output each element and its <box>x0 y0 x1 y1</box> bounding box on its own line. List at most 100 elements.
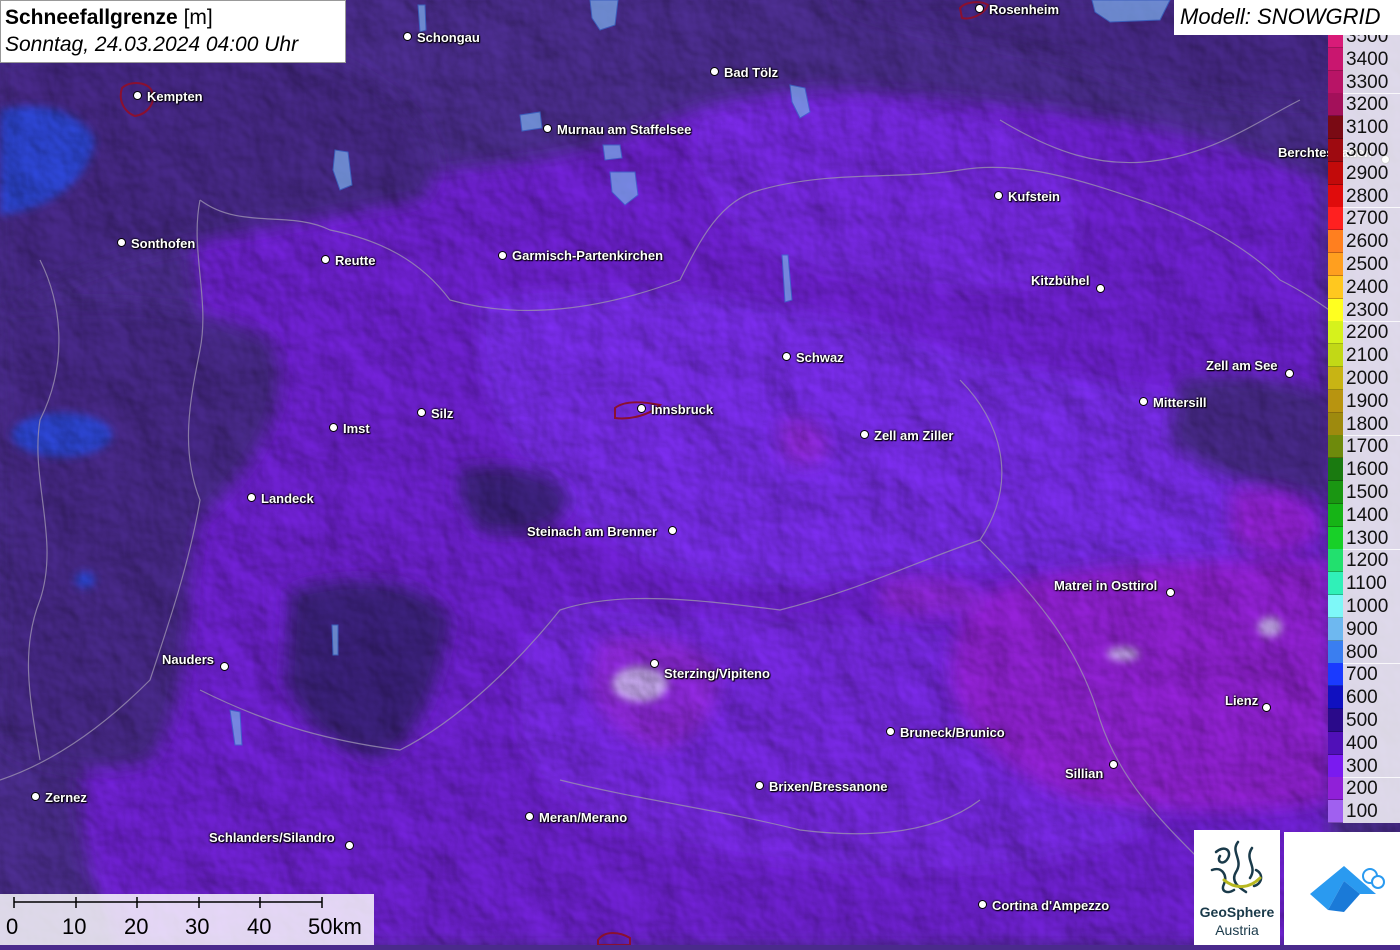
city-marker[interactable] <box>525 812 534 821</box>
city-marker[interactable] <box>133 91 142 100</box>
city-marker[interactable] <box>345 841 354 850</box>
scale-label-40: 40 <box>247 914 272 939</box>
legend-row: 800 <box>1328 640 1400 664</box>
legend-label: 2600 <box>1343 230 1400 254</box>
legend-label: 2700 <box>1343 207 1400 231</box>
map-datetime: Sonntag, 24.03.2024 04:00 Uhr <box>5 33 299 56</box>
legend-label: 800 <box>1343 640 1400 664</box>
city-label[interactable]: Schlanders/Silandro <box>209 830 335 846</box>
city-label[interactable]: Zernez <box>45 790 87 806</box>
city-label[interactable]: Kitzbühel <box>1031 273 1090 289</box>
city-marker[interactable] <box>220 662 229 671</box>
city-label[interactable]: Cortina d'Ampezzo <box>992 898 1109 914</box>
legend-label: 1800 <box>1343 412 1400 436</box>
city-label[interactable]: Reutte <box>335 253 375 269</box>
city-label[interactable]: Brixen/Bressanone <box>769 779 888 795</box>
legend-row: 3400 <box>1328 47 1400 71</box>
city-label[interactable]: Sillian <box>1065 766 1103 782</box>
city-marker[interactable] <box>782 352 791 361</box>
city-label[interactable]: Mittersill <box>1153 395 1206 411</box>
legend-label: 200 <box>1343 777 1400 801</box>
legend-swatch <box>1328 35 1343 48</box>
city-label[interactable]: Matrei in Osttirol <box>1054 578 1157 594</box>
city-label[interactable]: Zell am Ziller <box>874 428 953 444</box>
city-label[interactable]: Schongau <box>417 30 480 46</box>
color-legend: 3500 3400 3300 3200 3100 3000 2900 2800 2700 2600… <box>1328 35 1400 830</box>
legend-swatch <box>1328 116 1343 140</box>
city-marker[interactable] <box>1262 703 1271 712</box>
city-marker[interactable] <box>975 4 984 13</box>
cloud-house-icon <box>1310 866 1385 912</box>
city-marker[interactable] <box>637 404 646 413</box>
legend-label: 1000 <box>1343 595 1400 618</box>
city-label[interactable]: Zell am See <box>1206 358 1278 374</box>
city-marker[interactable] <box>650 659 659 668</box>
city-label[interactable]: Murnau am Staffelsee <box>557 122 691 138</box>
city-marker[interactable] <box>31 792 40 801</box>
city-marker[interactable] <box>668 526 677 535</box>
city-marker[interactable] <box>1139 397 1148 406</box>
geosphere-swirl-icon <box>1210 840 1263 894</box>
city-marker[interactable] <box>1096 284 1105 293</box>
city-label[interactable]: Kufstein <box>1008 189 1060 205</box>
terrain-shading <box>0 0 1400 945</box>
city-marker[interactable] <box>886 727 895 736</box>
city-marker[interactable] <box>403 32 412 41</box>
legend-row: 1500 <box>1328 481 1400 504</box>
legend-swatch <box>1328 435 1343 459</box>
city-label[interactable]: Sonthofen <box>131 236 195 252</box>
city-label[interactable]: Bruneck/Brunico <box>900 725 1005 741</box>
legend-label: 1500 <box>1343 481 1400 504</box>
city-label[interactable]: Imst <box>343 421 370 437</box>
legend-label: 2100 <box>1343 344 1400 368</box>
city-marker[interactable] <box>321 255 330 264</box>
city-marker[interactable] <box>860 430 869 439</box>
legend-swatch <box>1328 709 1343 732</box>
city-label[interactable]: Rosenheim <box>989 2 1059 18</box>
city-marker[interactable] <box>543 124 552 133</box>
snow-cloud-logo[interactable] <box>1284 832 1400 945</box>
city-label[interactable]: Innsbruck <box>651 402 713 418</box>
city-marker[interactable] <box>994 191 1003 200</box>
snowfall-map[interactable] <box>0 0 1400 945</box>
city-label[interactable]: Lienz <box>1225 693 1258 709</box>
city-marker[interactable] <box>710 67 719 76</box>
city-label[interactable]: Nauders <box>162 652 214 668</box>
legend-label: 700 <box>1343 663 1400 687</box>
legend-row: 1000 <box>1328 595 1400 618</box>
city-label[interactable]: Steinach am Brenner <box>527 524 657 540</box>
legend-row: 200 <box>1328 777 1400 801</box>
legend-row: 2300 <box>1328 298 1400 322</box>
city-label[interactable]: Schwaz <box>796 350 844 366</box>
geosphere-logo[interactable]: GeoSphere Austria <box>1194 830 1280 945</box>
legend-swatch <box>1328 458 1343 482</box>
city-label[interactable]: Garmisch-Partenkirchen <box>512 248 663 264</box>
city-label[interactable]: Sterzing/Vipiteno <box>664 666 770 682</box>
legend-label: 900 <box>1343 617 1400 641</box>
city-marker[interactable] <box>117 238 126 247</box>
legend-swatch <box>1328 572 1343 596</box>
city-marker[interactable] <box>498 251 507 260</box>
city-marker[interactable] <box>417 408 426 417</box>
legend-row: 1700 <box>1328 435 1400 459</box>
legend-swatch <box>1328 184 1343 208</box>
city-label[interactable]: Kempten <box>147 89 203 105</box>
city-label[interactable]: Meran/Merano <box>539 810 627 826</box>
city-marker[interactable] <box>1285 369 1294 378</box>
city-marker[interactable] <box>1166 588 1175 597</box>
city-marker[interactable] <box>755 781 764 790</box>
legend-swatch <box>1328 253 1343 276</box>
legend-row: 1800 <box>1328 412 1400 436</box>
city-marker[interactable] <box>247 493 256 502</box>
city-label[interactable]: Bad Tölz <box>724 65 778 81</box>
city-label[interactable]: Landeck <box>261 491 314 507</box>
legend-swatch <box>1328 344 1343 368</box>
city-marker[interactable] <box>329 423 338 432</box>
legend-swatch <box>1328 321 1343 345</box>
legend-row: 2500 <box>1328 253 1400 276</box>
city-label[interactable]: Silz <box>431 406 453 422</box>
legend-label: 1600 <box>1343 458 1400 482</box>
city-marker[interactable] <box>1109 760 1118 769</box>
legend-label: 2200 <box>1343 321 1400 345</box>
city-marker[interactable] <box>978 900 987 909</box>
